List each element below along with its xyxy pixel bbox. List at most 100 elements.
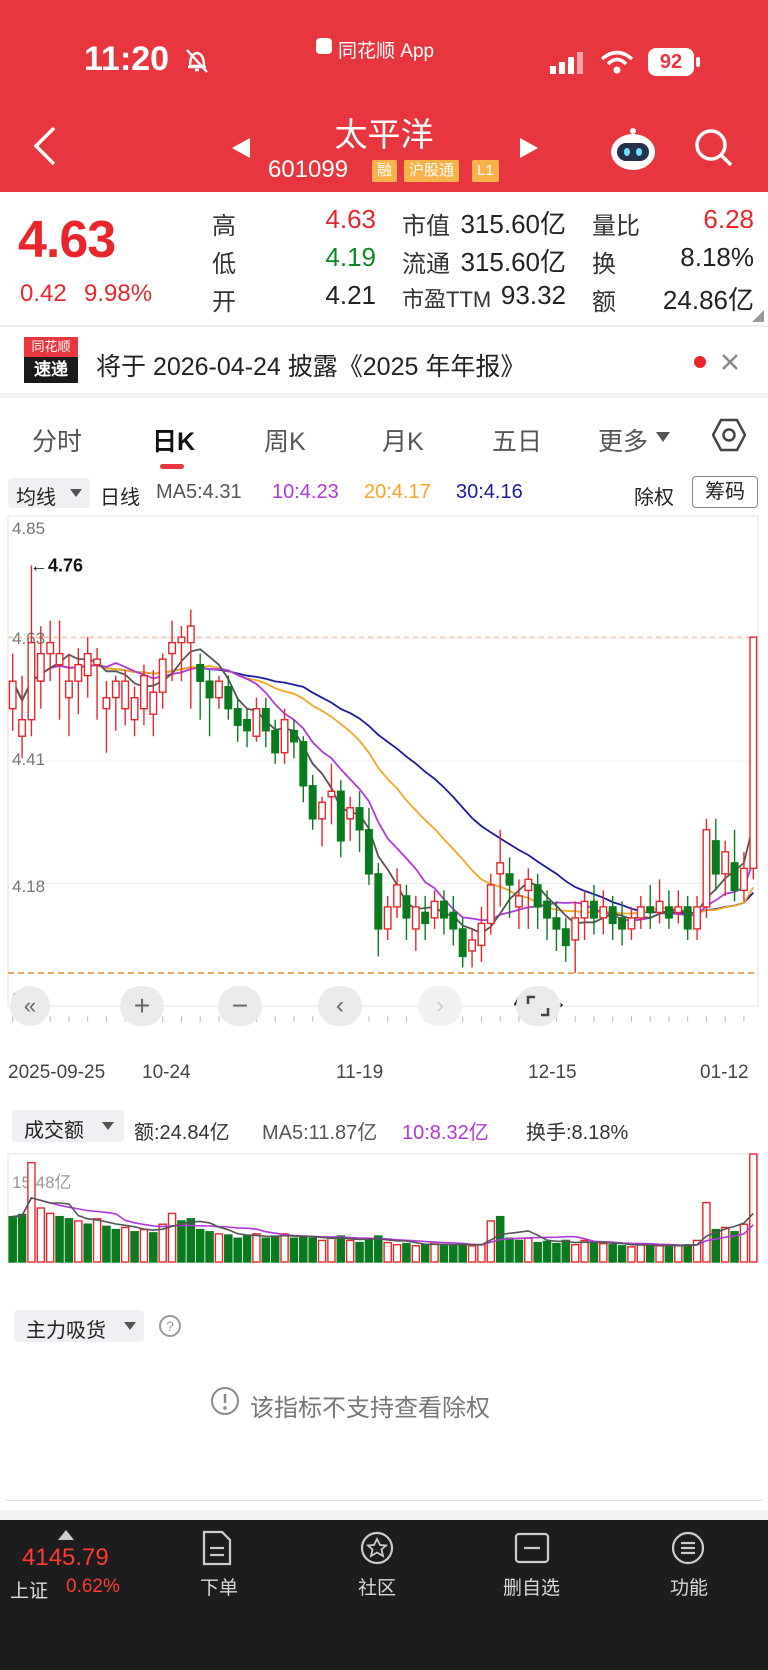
candle-body bbox=[346, 807, 355, 820]
candle-body bbox=[524, 878, 533, 892]
ma-select[interactable]: 均线 bbox=[8, 478, 90, 509]
candle-body bbox=[336, 790, 345, 842]
volume-chart[interactable]: 15.48亿 bbox=[0, 1146, 768, 1266]
volume-bar bbox=[92, 1218, 102, 1263]
candle-body bbox=[46, 641, 55, 655]
volume-bar bbox=[439, 1245, 449, 1263]
candle-body bbox=[589, 900, 598, 919]
scroll-left-button[interactable]: ‹ bbox=[318, 986, 362, 1026]
tab-monthly-k[interactable]: 月K bbox=[382, 422, 424, 458]
candle-body bbox=[8, 680, 17, 710]
function-icon[interactable] bbox=[670, 1530, 706, 1566]
period-tabs: 分时 日K 周K 月K 五日 更多 bbox=[0, 398, 768, 470]
candle-body bbox=[149, 691, 158, 715]
candle-body bbox=[618, 917, 627, 930]
chouma-button[interactable]: 筹码 bbox=[692, 476, 758, 508]
zoom-in-button[interactable]: + bbox=[120, 986, 164, 1026]
ma20-legend: 20:4.17 bbox=[364, 481, 431, 503]
candle-body bbox=[308, 785, 317, 820]
app-header: 11:20 同花顺 App 92 太平洋 601099 融 沪股通 L1 bbox=[0, 0, 768, 192]
express-logo: 同花顺 速递 bbox=[24, 337, 78, 385]
candle-body bbox=[243, 719, 252, 732]
volume-bar bbox=[711, 1228, 721, 1263]
candle-body bbox=[130, 696, 139, 721]
nav-community[interactable]: 社区 bbox=[358, 1573, 396, 1600]
volume-bar bbox=[308, 1237, 317, 1263]
candle-body bbox=[289, 730, 298, 743]
volume-bar bbox=[617, 1245, 627, 1263]
quote-panel: 4.63 0.42 9.98% 高 4.63 低 4.19 开 4.21 市值 … bbox=[0, 192, 768, 325]
volume-bar bbox=[383, 1241, 392, 1263]
nav-remove-watchlist[interactable]: 删自选 bbox=[503, 1573, 560, 1600]
tag-margin: 融 bbox=[372, 160, 398, 182]
info-icon bbox=[211, 1387, 239, 1415]
high-price-annotation: ←4.76 bbox=[30, 556, 83, 576]
volume-bar bbox=[514, 1239, 524, 1263]
candle-body bbox=[693, 906, 702, 930]
close-icon[interactable] bbox=[722, 354, 738, 370]
nav-order[interactable]: 下单 bbox=[200, 1573, 238, 1600]
candle-body bbox=[233, 707, 242, 726]
help-icon[interactable]: ? bbox=[158, 1314, 182, 1338]
volume-bar bbox=[130, 1231, 139, 1263]
candle-body bbox=[393, 884, 402, 908]
fullscreen-icon[interactable] bbox=[516, 986, 560, 1026]
volume-bar bbox=[111, 1228, 121, 1263]
volume-bar bbox=[411, 1245, 421, 1263]
volume-bar bbox=[449, 1244, 458, 1263]
volume-bar bbox=[570, 1244, 580, 1263]
scroll-right-button[interactable]: › bbox=[418, 986, 462, 1026]
volume-bar bbox=[533, 1241, 542, 1263]
rewind-button[interactable]: « bbox=[10, 986, 50, 1026]
index-pct: 0.62% bbox=[66, 1576, 120, 1597]
volume-bar bbox=[683, 1244, 692, 1263]
index-value[interactable]: 4145.79 bbox=[22, 1544, 109, 1572]
next-stock-icon[interactable] bbox=[518, 136, 540, 160]
candle-body bbox=[205, 680, 214, 699]
candle-body bbox=[561, 928, 570, 947]
zoom-out-button[interactable]: − bbox=[218, 986, 262, 1026]
order-icon[interactable] bbox=[200, 1530, 234, 1566]
float-label: 流通 bbox=[402, 251, 450, 278]
candle-body bbox=[627, 917, 636, 930]
volume-bar bbox=[214, 1233, 224, 1263]
price-change: 0.42 bbox=[20, 280, 67, 307]
volume-bar bbox=[608, 1244, 617, 1263]
candle-body bbox=[214, 680, 223, 699]
candle-body bbox=[683, 906, 692, 930]
expand-corner-icon[interactable] bbox=[752, 310, 764, 322]
volume-bar bbox=[420, 1244, 430, 1263]
candle-body bbox=[280, 719, 289, 754]
tab-daily-k[interactable]: 日K bbox=[152, 422, 195, 458]
express-logo-top: 同花顺 bbox=[24, 337, 78, 357]
volume-bar bbox=[27, 1161, 36, 1263]
volume-bar bbox=[261, 1237, 271, 1263]
indicator-select[interactable]: 主力吸货 bbox=[14, 1310, 144, 1342]
candle-body bbox=[608, 906, 617, 925]
candle-body bbox=[64, 680, 73, 699]
nav-function[interactable]: 功能 bbox=[670, 1573, 708, 1600]
robot-assistant-icon[interactable] bbox=[608, 126, 658, 172]
volume-bar bbox=[242, 1235, 252, 1263]
tab-intraday[interactable]: 分时 bbox=[32, 422, 82, 458]
community-icon[interactable] bbox=[358, 1530, 396, 1566]
volume-bar bbox=[327, 1237, 336, 1263]
volume-bar bbox=[36, 1207, 46, 1263]
volume-bar bbox=[83, 1223, 92, 1263]
volume-bar bbox=[317, 1239, 327, 1263]
tab-five-day[interactable]: 五日 bbox=[492, 422, 542, 458]
svg-text:?: ? bbox=[166, 1318, 174, 1334]
search-icon[interactable] bbox=[694, 128, 734, 168]
volume-bar bbox=[552, 1242, 561, 1263]
candle-body bbox=[543, 900, 552, 919]
settings-hexagon-icon[interactable] bbox=[712, 418, 746, 452]
tab-weekly-k[interactable]: 周K bbox=[264, 422, 306, 458]
remove-watchlist-icon[interactable] bbox=[514, 1532, 550, 1564]
volume-select[interactable]: 成交额 bbox=[12, 1110, 124, 1142]
volume-bar bbox=[505, 1237, 514, 1263]
battery-tip bbox=[696, 57, 700, 67]
tab-more[interactable]: 更多 bbox=[598, 422, 648, 458]
candle-body bbox=[711, 840, 720, 875]
kline-chart[interactable]: 4.854.634.414.183.96←4.764.02→ bbox=[0, 506, 768, 1046]
notice-bar[interactable]: 同花顺 速递 将于 2026-04-24 披露《2025 年年报》 bbox=[0, 326, 768, 393]
